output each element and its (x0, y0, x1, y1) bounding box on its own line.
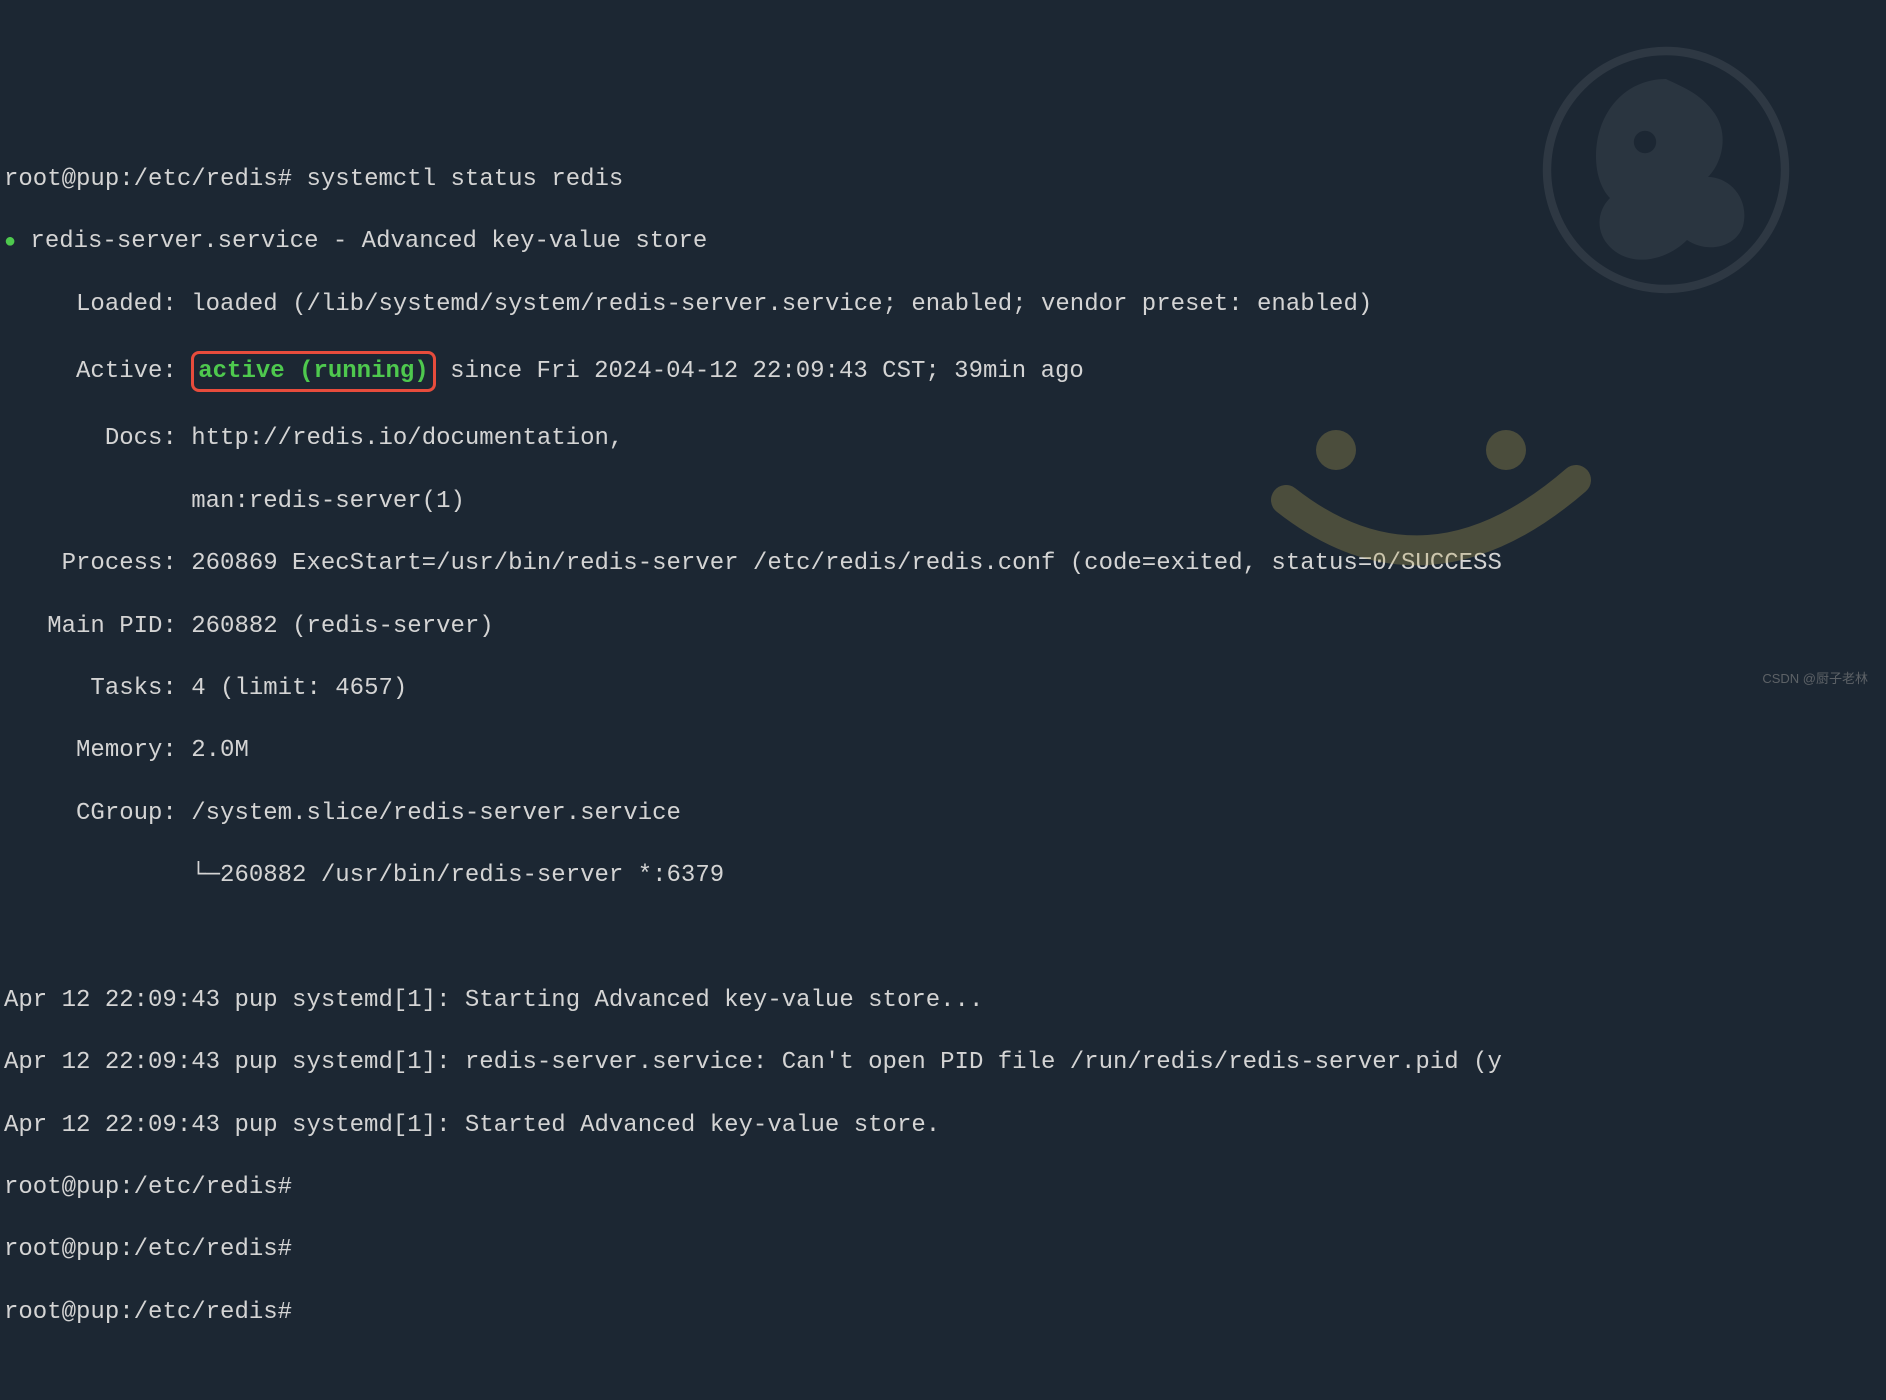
command-text: systemctl status redis (306, 166, 623, 193)
prompt-line-2[interactable]: root@pup:/etc/redis# (4, 1234, 1882, 1265)
main-pid-line: Main PID: 260882 (redis-server) (4, 611, 1882, 642)
cgroup-line: CGroup: /system.slice/redis-server.servi… (4, 798, 1882, 829)
memory-line: Memory: 2.0M (4, 735, 1882, 766)
highlight-annotation: active (running) (191, 351, 435, 392)
log-line-3: Apr 12 22:09:43 pup systemd[1]: Started … (4, 1110, 1882, 1141)
terminal-output[interactable]: root@pup:/etc/redis# systemctl status re… (4, 133, 1882, 1359)
process-line: Process: 260869 ExecStart=/usr/bin/redis… (4, 548, 1882, 579)
command-line: root@pup:/etc/redis# systemctl status re… (4, 164, 1882, 195)
service-header: redis-server.service - Advanced key-valu… (30, 228, 707, 255)
tasks-line: Tasks: 4 (limit: 4657) (4, 673, 1882, 704)
docs-line-2: man:redis-server(1) (4, 486, 1882, 517)
prompt-line-1[interactable]: root@pup:/etc/redis# (4, 1172, 1882, 1203)
prompt-line-3[interactable]: root@pup:/etc/redis# (4, 1297, 1882, 1328)
docs-line-1: Docs: http://redis.io/documentation, (4, 423, 1882, 454)
status-bullet-icon: ● (4, 231, 16, 254)
service-header-line: ● redis-server.service - Advanced key-va… (4, 226, 1882, 257)
active-status-text: active (running) (198, 358, 428, 385)
active-line: Active: active (running) since Fri 2024-… (4, 351, 1882, 392)
loaded-line: Loaded: loaded (/lib/systemd/system/redi… (4, 289, 1882, 320)
prompt: root@pup:/etc/redis# (4, 166, 292, 193)
log-line-2: Apr 12 22:09:43 pup systemd[1]: redis-se… (4, 1047, 1882, 1078)
blank-line (4, 922, 1882, 953)
log-line-1: Apr 12 22:09:43 pup systemd[1]: Starting… (4, 985, 1882, 1016)
cgroup-tree-line: └─260882 /usr/bin/redis-server *:6379 (4, 860, 1882, 891)
